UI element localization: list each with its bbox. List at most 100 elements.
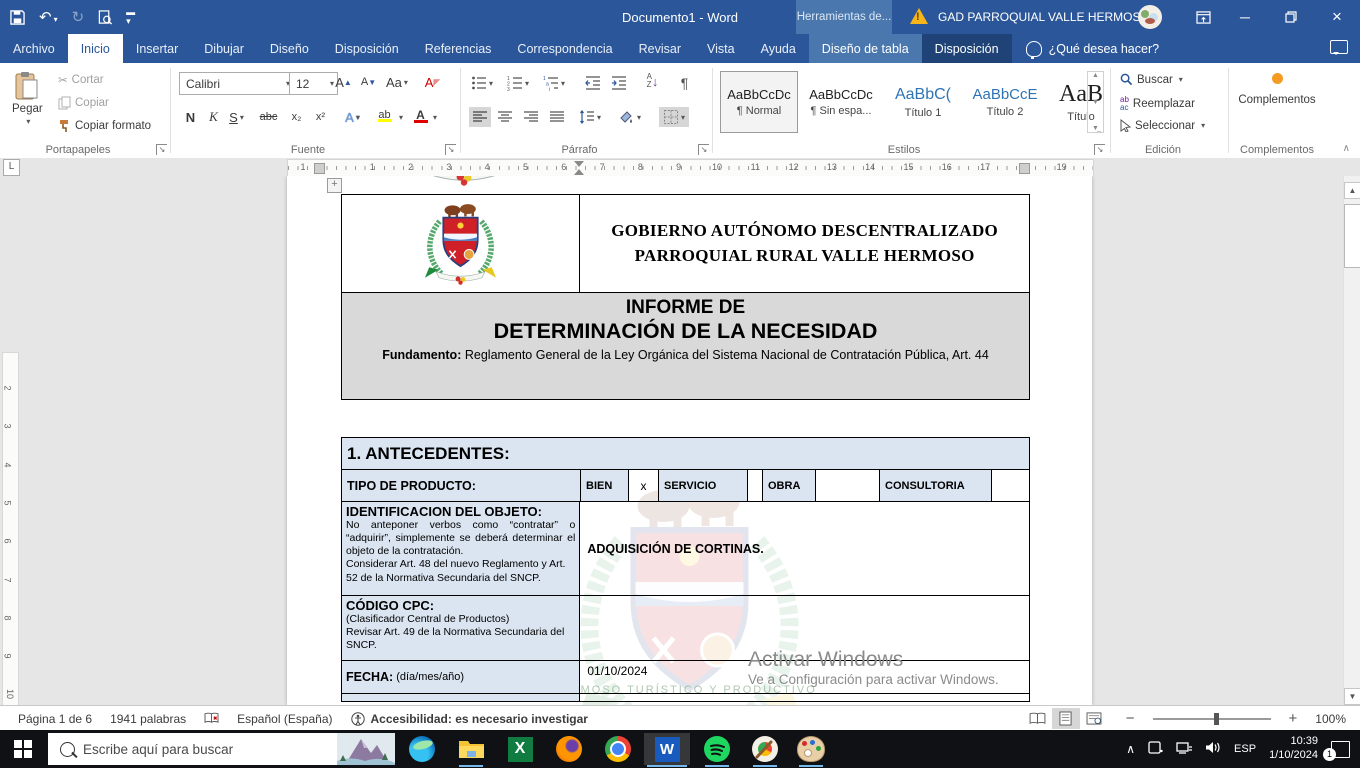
- tab-ayuda[interactable]: Ayuda: [748, 34, 809, 63]
- excel-icon[interactable]: X: [497, 733, 543, 765]
- servicio-checkbox-cell[interactable]: [748, 470, 763, 502]
- numbering-button[interactable]: 123▾: [507, 73, 529, 93]
- italic-button[interactable]: K: [204, 107, 223, 127]
- font-color-caret[interactable]: ▾: [433, 113, 437, 122]
- print-layout-button[interactable]: [1052, 708, 1080, 729]
- obra-checkbox-cell[interactable]: [816, 470, 880, 502]
- volume-icon[interactable]: [1205, 741, 1221, 757]
- tab-diseno[interactable]: Diseño: [257, 34, 322, 63]
- scrollbar-thumb[interactable]: [1344, 204, 1360, 268]
- find-button[interactable]: Buscar▾: [1120, 73, 1183, 86]
- cpc-value-cell[interactable]: [580, 596, 1029, 661]
- paint-icon[interactable]: [788, 733, 834, 765]
- word-count[interactable]: 1941 palabras: [110, 712, 186, 726]
- align-left-button[interactable]: [469, 107, 491, 127]
- bullets-button[interactable]: ▾: [471, 73, 493, 93]
- language-indicator[interactable]: ESP: [1234, 743, 1256, 755]
- tab-dibujar[interactable]: Dibujar: [191, 34, 257, 63]
- parrafo-dialog-launcher[interactable]: ↘: [698, 144, 709, 155]
- show-marks-button[interactable]: ¶: [675, 73, 694, 93]
- warning-icon[interactable]: !: [910, 8, 928, 24]
- fecha-value-cell[interactable]: 01/10/2024: [580, 661, 1029, 694]
- tell-me-box[interactable]: ¿Qué desea hacer?: [1012, 34, 1174, 63]
- style-sin-espaciado[interactable]: AaBbCcDc ¶ Sin espa...: [802, 71, 880, 133]
- firefox-icon[interactable]: [546, 733, 592, 765]
- line-spacing-button[interactable]: ▾: [579, 107, 601, 127]
- select-button[interactable]: Seleccionar▾: [1120, 119, 1205, 132]
- tab-archivo[interactable]: Archivo: [0, 34, 68, 63]
- style-titulo-2[interactable]: AaBbCcE Título 2: [966, 71, 1044, 133]
- strikethrough-button[interactable]: abc: [259, 107, 278, 127]
- spotify-icon[interactable]: [694, 733, 740, 765]
- table-move-handle[interactable]: +: [327, 178, 342, 193]
- canvas-app-icon[interactable]: [742, 733, 788, 765]
- highlight-caret[interactable]: ▾: [399, 113, 403, 122]
- format-painter-button[interactable]: Copiar formato: [58, 119, 151, 133]
- objeto-label-cell[interactable]: IDENTIFICACION DEL OBJETO: No anteponer …: [342, 502, 580, 596]
- style-normal[interactable]: AaBbCcDc ¶ Normal: [720, 71, 798, 133]
- replace-button[interactable]: abac Reemplazar: [1120, 96, 1195, 112]
- zoom-in-button[interactable]: +: [1289, 710, 1298, 727]
- style-titulo-1[interactable]: AaBbC( Título 1: [884, 71, 962, 133]
- sort-button[interactable]: AZ↓: [643, 71, 662, 91]
- increase-indent-button[interactable]: [609, 73, 628, 93]
- header-table[interactable]: GOBIERNO AUTÓNOMO DESCENTRALIZADO PARROQ…: [341, 194, 1030, 400]
- bien-checkbox-cell[interactable]: x: [629, 470, 659, 502]
- tab-insertar[interactable]: Insertar: [123, 34, 191, 63]
- tab-disposicion[interactable]: Disposición: [322, 34, 412, 63]
- tab-vista[interactable]: Vista: [694, 34, 748, 63]
- highlight-button[interactable]: ab: [375, 105, 394, 125]
- multilevel-list-button[interactable]: 1ai▾: [543, 73, 565, 93]
- zoom-out-button[interactable]: −: [1126, 710, 1135, 727]
- zoom-slider-thumb[interactable]: [1214, 713, 1219, 725]
- style-titulo[interactable]: AaB Título: [1048, 71, 1114, 133]
- font-family-combo[interactable]: Calibri▾: [179, 72, 294, 95]
- paste-button[interactable]: Pegar ▾: [12, 71, 43, 126]
- start-button[interactable]: [0, 730, 46, 768]
- tab-diseno-de-tabla[interactable]: Diseño de tabla: [809, 34, 922, 63]
- clear-formatting-button[interactable]: A◤: [423, 72, 442, 92]
- styles-gallery-scroll[interactable]: ▲▼▼̲: [1087, 71, 1104, 133]
- tablet-mode-icon[interactable]: [1148, 741, 1163, 757]
- file-explorer-icon[interactable]: [448, 733, 494, 765]
- justify-button[interactable]: [547, 107, 566, 127]
- tray-chevron-icon[interactable]: ∧: [1126, 742, 1135, 756]
- portapapeles-dialog-launcher[interactable]: ↘: [156, 144, 167, 155]
- tipo-producto-label-cell[interactable]: TIPO DE PRODUCTO:: [342, 470, 581, 502]
- accessibility-icon[interactable]: [351, 712, 365, 726]
- grow-font-button[interactable]: A▲: [334, 72, 353, 92]
- tab-disposicion-tabla[interactable]: Disposición: [922, 34, 1012, 63]
- shading-button[interactable]: ▾: [619, 107, 641, 127]
- first-line-indent-marker[interactable]: [574, 161, 584, 167]
- customize-qat-icon[interactable]: ▬▾: [126, 8, 135, 26]
- align-center-button[interactable]: [495, 107, 514, 127]
- section-1-header[interactable]: 1. ANTECEDENTES:: [342, 438, 1029, 470]
- taskbar-search[interactable]: Escribe aquí para buscar: [48, 733, 395, 765]
- network-icon[interactable]: [1176, 741, 1192, 757]
- close-button[interactable]: ×: [1314, 0, 1360, 34]
- accessibility-status[interactable]: Accesibilidad: es necesario investigar: [371, 712, 588, 726]
- option-consultoria-cell[interactable]: CONSULTORIA: [880, 470, 992, 502]
- subscript-button[interactable]: x₂: [287, 107, 306, 127]
- antecedentes-table[interactable]: 1. ANTECEDENTES: TIPO DE PRODUCTO: BIEN …: [341, 437, 1030, 702]
- org-name-cell[interactable]: GOBIERNO AUTÓNOMO DESCENTRALIZADO PARROQ…: [580, 195, 1029, 293]
- minimize-button[interactable]: ─: [1222, 0, 1268, 34]
- cpc-label-cell[interactable]: CÓDIGO CPC: (Clasificador Central de Pro…: [342, 596, 580, 661]
- right-margin-marker[interactable]: [1019, 163, 1030, 174]
- underline-button[interactable]: S▾: [227, 107, 246, 127]
- hanging-indent-marker[interactable]: [574, 169, 584, 175]
- complementos-button[interactable]: Complementos: [1237, 73, 1317, 106]
- option-obra-cell[interactable]: OBRA: [763, 470, 816, 502]
- bold-button[interactable]: N: [181, 107, 200, 127]
- tab-revisar[interactable]: Revisar: [626, 34, 694, 63]
- borders-button[interactable]: ▾: [659, 107, 689, 127]
- restore-button[interactable]: [1268, 0, 1314, 34]
- search-highlight-image[interactable]: [337, 733, 395, 765]
- logo-cell[interactable]: [342, 195, 580, 293]
- font-size-combo[interactable]: 12▾: [289, 72, 338, 95]
- align-right-button[interactable]: [521, 107, 540, 127]
- scroll-up-button[interactable]: ▲: [1344, 182, 1360, 199]
- shrink-font-button[interactable]: A▼: [359, 72, 378, 92]
- page-indicator[interactable]: Página 1 de 6: [18, 712, 92, 726]
- save-icon[interactable]: [10, 10, 25, 25]
